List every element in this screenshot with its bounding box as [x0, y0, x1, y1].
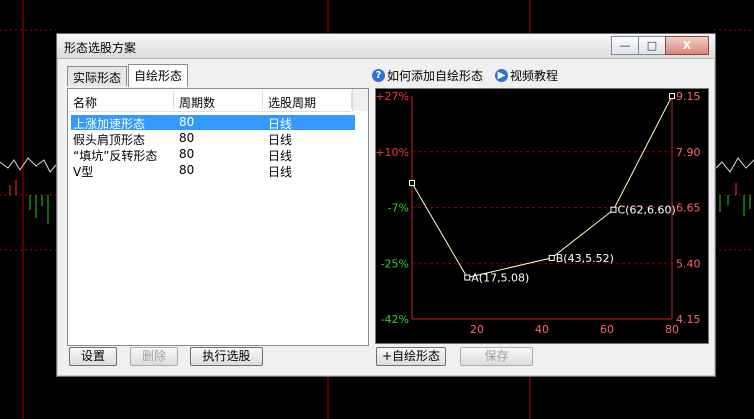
row-name: 假头肩顶形态 — [73, 133, 146, 147]
settings-button[interactable]: 设置 — [69, 347, 117, 366]
left-tick-label: -42% — [381, 313, 409, 326]
row-period: 80 — [179, 131, 195, 145]
row-period: 80 — [179, 147, 195, 161]
left-tick-label: +10% — [376, 146, 409, 159]
row-period: 80 — [179, 163, 195, 177]
point-label: A(17,5.08) — [471, 272, 529, 285]
x-tick-label: 60 — [600, 323, 614, 336]
list-item[interactable]: V型 80 日线 — [71, 163, 355, 179]
row-cycle: 日线 — [268, 165, 293, 179]
help-links: ? 如何添加自绘形态 ▶ 视频教程 — [372, 67, 570, 84]
right-tick-label: 6.65 — [676, 202, 701, 215]
pattern-list: 名称 周期数 选股周期 上涨加速形态 80 日线 假头肩顶形态 80 日线 “填… — [67, 88, 369, 346]
pattern-chart[interactable]: +27% 9.15 +10% 7.90 -7% 6.65 -25% 5.40 -42% 4.15 2… — [375, 88, 709, 344]
header-name[interactable]: 名称 — [73, 94, 97, 111]
left-tick-label: -25% — [381, 257, 409, 270]
row-cycle: 日线 — [268, 117, 293, 131]
video-tutorial-link[interactable]: ▶ 视频教程 — [495, 67, 558, 84]
pattern-line — [411, 95, 673, 279]
list-item[interactable]: 上涨加速形态 80 日线 — [71, 115, 355, 131]
minimize-button[interactable]: — — [611, 36, 639, 55]
title-bar[interactable]: 形态选股方案 — □ X — [57, 34, 715, 59]
header-cycle[interactable]: 选股周期 — [268, 94, 316, 111]
list-header: 名称 周期数 选股周期 — [68, 89, 352, 112]
header-period[interactable]: 周期数 — [179, 94, 215, 111]
add-custom-pattern-button[interactable]: +自绘形态 — [376, 347, 446, 366]
data-point — [548, 254, 555, 261]
point-label: C(62,6.60) — [618, 204, 676, 217]
data-point — [610, 206, 617, 213]
left-tick-label: +27% — [376, 90, 409, 103]
tab-actual-patterns[interactable]: 实际形态 — [67, 66, 128, 86]
point-label: B(43,5.52) — [556, 252, 614, 265]
play-icon: ▶ — [495, 69, 509, 82]
pattern-scheme-dialog: 形态选股方案 — □ X 实际形态 自绘形态 名称 周期数 选股周期 上涨加速形… — [56, 33, 716, 377]
how-to-add-link[interactable]: ? 如何添加自绘形态 — [372, 67, 483, 84]
right-tick-label: 5.40 — [676, 257, 701, 270]
row-cycle: 日线 — [268, 133, 293, 147]
row-name: 上涨加速形态 — [73, 117, 146, 131]
data-point — [464, 274, 471, 281]
how-to-add-label: 如何添加自绘形态 — [387, 69, 484, 83]
right-tick-label: 9.15 — [676, 90, 701, 103]
list-item[interactable]: “填坑”反转形态 80 日线 — [71, 147, 355, 163]
delete-button[interactable]: 删除 — [130, 347, 178, 366]
left-tick-label: -7% — [388, 202, 409, 215]
help-icon: ? — [372, 69, 385, 82]
dialog-title: 形态选股方案 — [64, 41, 137, 55]
x-tick-label: 40 — [535, 323, 549, 336]
row-cycle: 日线 — [268, 149, 293, 163]
row-period: 80 — [179, 115, 195, 129]
row-name: “填坑”反转形态 — [73, 149, 158, 163]
close-button[interactable]: X — [665, 36, 709, 55]
right-tick-label: 4.15 — [676, 313, 701, 326]
pattern-chart-svg: +27% 9.15 +10% 7.90 -7% 6.65 -25% 5.40 -42% 4.15 2… — [376, 90, 701, 336]
tab-bar: 实际形态 自绘形态 — [67, 64, 189, 89]
list-scrollbar[interactable] — [352, 89, 368, 111]
data-point — [669, 93, 675, 99]
x-tick-label: 20 — [470, 323, 484, 336]
tab-custom-patterns[interactable]: 自绘形态 — [128, 64, 189, 87]
video-tutorial-label: 视频教程 — [510, 69, 559, 83]
run-selection-button[interactable]: 执行选股 — [190, 347, 263, 366]
x-tick-label: 80 — [665, 323, 679, 336]
save-button[interactable]: 保存 — [460, 347, 533, 366]
row-name: V型 — [73, 165, 94, 179]
right-tick-label: 7.90 — [676, 146, 701, 159]
list-item[interactable]: 假头肩顶形态 80 日线 — [71, 131, 355, 147]
data-point — [409, 179, 415, 186]
maximize-button[interactable]: □ — [638, 36, 666, 55]
